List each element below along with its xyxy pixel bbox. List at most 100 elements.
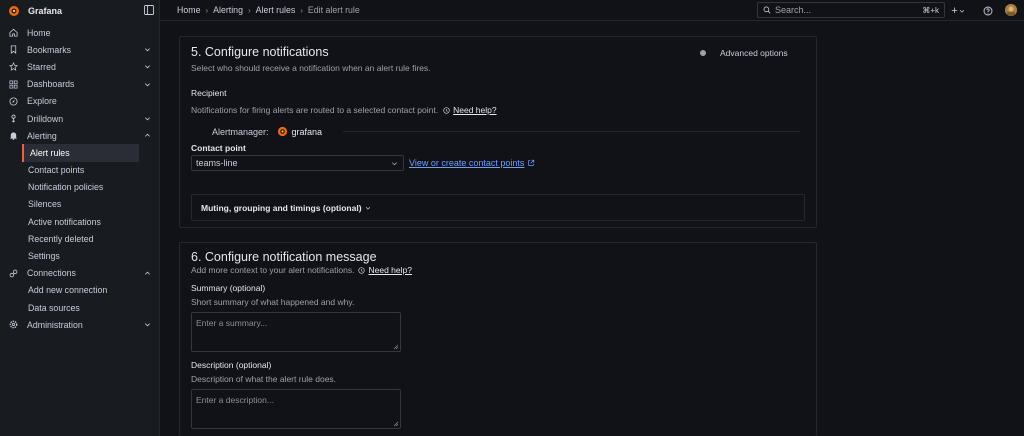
chevron-down-icon[interactable]	[144, 63, 151, 70]
sidebar-item-label: Bookmarks	[27, 44, 71, 55]
help-button[interactable]	[982, 5, 993, 16]
breadcrumb-home[interactable]: Home	[177, 5, 200, 15]
chevron-up-icon[interactable]	[144, 270, 151, 277]
sidebar-item-data-sources[interactable]: Data sources	[0, 299, 159, 316]
dock-menu-icon[interactable]	[144, 5, 154, 15]
brand[interactable]: Grafana	[0, 0, 159, 21]
breadcrumb-separator: ›	[300, 5, 303, 15]
sidebar-item-alert-rules[interactable]: Alert rules	[22, 144, 139, 162]
description-description: Description of what the alert rule does.	[191, 374, 337, 384]
resize-handle-icon[interactable]	[393, 421, 399, 427]
muting-label: Muting, grouping and timings (optional)	[201, 202, 362, 213]
configure-message-section: 6. Configure notification message Add mo…	[179, 242, 817, 436]
divider	[343, 131, 800, 132]
bell-icon	[8, 130, 19, 141]
section-description-row: Add more context to your alert notificat…	[191, 265, 412, 275]
sidebar-item-bookmarks[interactable]: Bookmarks	[0, 41, 159, 58]
sidebar-item-label: Home	[27, 27, 51, 38]
add-button[interactable]: +	[950, 5, 966, 17]
sidebar-item-label: Administration	[27, 319, 83, 330]
summary-label: Summary (optional)	[191, 283, 266, 293]
breadcrumb-alert-rules[interactable]: Alert rules	[256, 5, 296, 15]
sidebar-item-active-notifications[interactable]: Active notifications	[0, 213, 159, 230]
sidebar-item-dashboards[interactable]: Dashboards	[0, 76, 159, 93]
sidebar-item-label: Contact points	[28, 165, 85, 176]
section-description: Select who should receive a notification…	[191, 63, 431, 73]
muting-grouping-collapse[interactable]: Muting, grouping and timings (optional)	[191, 194, 805, 221]
compass-icon	[8, 96, 19, 107]
configure-notifications-section: 5. Configure notifications Select who sh…	[179, 36, 817, 228]
chevron-down-icon[interactable]	[144, 81, 151, 88]
breadcrumb-separator: ›	[247, 5, 251, 15]
contact-point-select[interactable]: teams-line	[191, 155, 404, 171]
chevron-up-icon[interactable]	[144, 132, 151, 139]
sidebar-item-label: Data sources	[28, 302, 80, 313]
sidebar-item-add-new-connection[interactable]: Add new connection	[0, 282, 159, 299]
advanced-options-toggle[interactable]: Advanced options	[700, 48, 788, 58]
recipient-text: Notifications for firing alerts are rout…	[191, 105, 497, 115]
need-help-link[interactable]: Need help?	[453, 105, 496, 115]
sidebar-item-label: Recently deleted	[28, 233, 94, 244]
breadcrumb-alerting[interactable]: Alerting	[213, 5, 243, 15]
chevron-down-icon	[392, 162, 397, 166]
contact-point-label: Contact point	[191, 143, 246, 153]
chevron-down-icon[interactable]	[144, 46, 151, 53]
summary-placeholder: Enter a summary...	[196, 318, 268, 328]
sidebar: Grafana Home Bookmarks Starred Dashboard…	[0, 0, 160, 436]
grafana-logo-icon	[9, 5, 19, 16]
sidebar-item-drilldown[interactable]: Drilldown	[0, 110, 159, 127]
chevron-down-icon[interactable]	[144, 115, 151, 122]
sidebar-item-label: Dashboards	[27, 79, 75, 90]
recipient-label: Recipient	[191, 88, 227, 98]
sidebar-item-label: Explore	[27, 96, 57, 107]
description-textarea[interactable]: Enter a description...	[191, 389, 401, 429]
chevron-down-icon	[365, 206, 370, 210]
alertmanager-value: grafana	[291, 126, 323, 137]
section-title: 5. Configure notifications	[191, 45, 329, 59]
sidebar-item-label: Active notifications	[28, 216, 101, 227]
sidebar-item-notification-policies[interactable]: Notification policies	[0, 179, 159, 196]
sidebar-item-explore[interactable]: Explore	[0, 93, 159, 110]
breadcrumb: Home › Alerting › Alert rules › Edit ale…	[160, 5, 360, 15]
sidebar-item-contact-points[interactable]: Contact points	[0, 162, 159, 179]
search-input[interactable]: Search... ⌘+k	[757, 2, 945, 18]
summary-textarea[interactable]: Enter a summary...	[191, 312, 401, 352]
resize-handle-icon[interactable]	[393, 344, 399, 350]
contact-point-value: teams-line	[196, 158, 238, 168]
chevron-down-icon[interactable]	[144, 321, 151, 328]
chevron-down-icon	[959, 9, 964, 13]
drilldown-icon	[8, 113, 19, 124]
advanced-options-label: Advanced options	[720, 48, 788, 58]
bookmark-icon	[8, 44, 19, 55]
need-help-link[interactable]: Need help?	[368, 265, 411, 275]
sidebar-item-label: Add new connection	[28, 285, 108, 296]
description-placeholder: Enter a description...	[196, 395, 274, 405]
sidebar-item-label: Alert rules	[30, 147, 70, 158]
sidebar-item-starred[interactable]: Starred	[0, 58, 159, 75]
help-icon	[358, 266, 366, 274]
sidebar-item-administration[interactable]: Administration	[0, 316, 159, 333]
sidebar-item-label: Settings	[28, 251, 60, 262]
sidebar-item-label: Silences	[28, 199, 62, 210]
avatar[interactable]	[1005, 4, 1017, 16]
sidebar-item-settings[interactable]: Settings	[0, 247, 159, 264]
link-icon	[8, 268, 19, 279]
sidebar-item-label: Drilldown	[27, 113, 64, 124]
sidebar-item-label: Alerting	[27, 130, 57, 141]
description-label: Description (optional)	[191, 360, 272, 370]
sidebar-item-silences[interactable]: Silences	[0, 196, 159, 213]
cog-icon	[8, 319, 19, 330]
sidebar-item-home[interactable]: Home	[0, 24, 159, 41]
grafana-logo-icon	[277, 126, 287, 137]
sidebar-item-label: Notification policies	[28, 182, 104, 193]
sidebar-item-connections[interactable]: Connections	[0, 265, 159, 282]
sidebar-item-label: Starred	[27, 61, 56, 72]
sidebar-item-label: Connections	[27, 268, 76, 279]
star-icon	[8, 61, 19, 72]
section-title: 6. Configure notification message	[191, 250, 377, 264]
view-contact-points-link[interactable]: View or create contact points	[409, 158, 535, 168]
alertmanager-row: Alertmanager: grafana	[212, 126, 322, 137]
sidebar-item-alerting[interactable]: Alerting	[0, 127, 159, 144]
breadcrumb-current: Edit alert rule	[307, 5, 360, 15]
sidebar-item-recently-deleted[interactable]: Recently deleted	[0, 230, 159, 247]
